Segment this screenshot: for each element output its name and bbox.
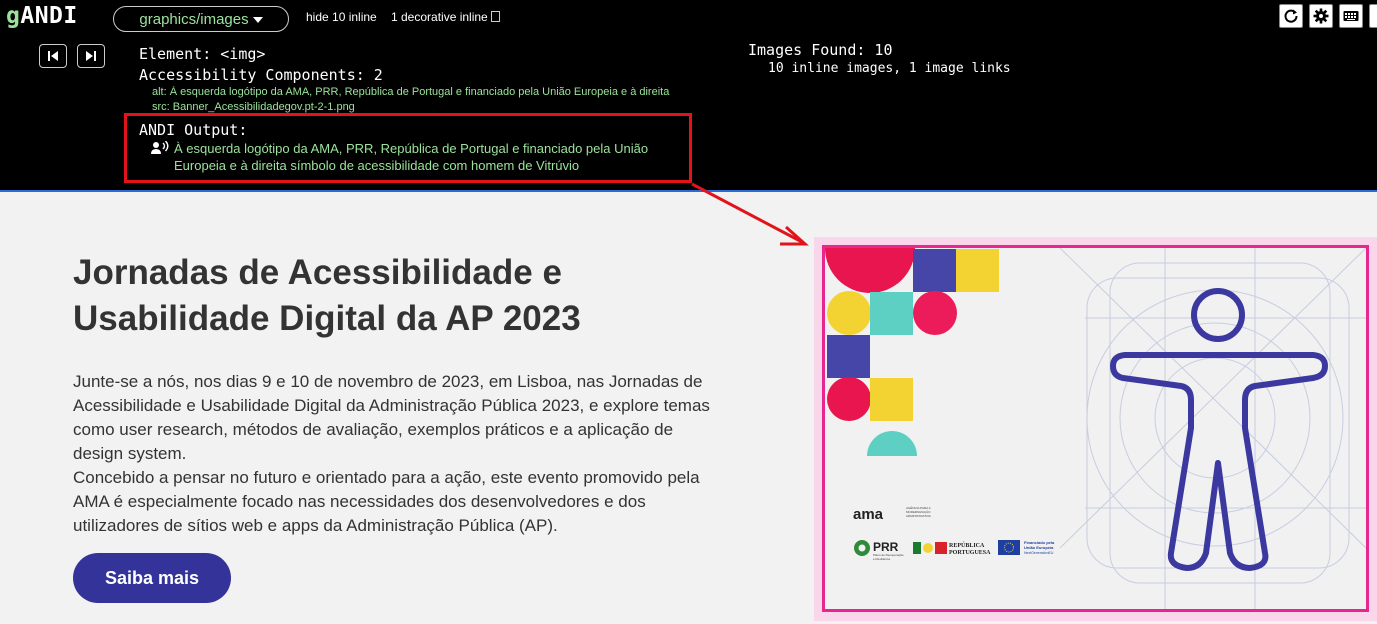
andi-logo[interactable]: gANDI: [6, 3, 78, 29]
svg-text:ADMINISTRATIVA: ADMINISTRATIVA: [906, 514, 931, 518]
svg-text:PRR: PRR: [873, 540, 899, 554]
output-text: À esquerda logótipo da AMA, PRR, Repúbli…: [174, 141, 649, 173]
element-type: Element: <img>: [139, 45, 266, 63]
page-description: Junte-se a nós, nos dias 9 e 10 de novem…: [73, 370, 723, 538]
refresh-icon: [1284, 9, 1298, 23]
module-select[interactable]: graphics/images: [113, 6, 289, 32]
keyboard-button[interactable]: [1339, 4, 1363, 28]
svg-text:NextGenerationEU: NextGenerationEU: [1024, 551, 1054, 555]
arrow-icon: [691, 182, 809, 246]
components-count: Accessibility Components: 2: [139, 66, 383, 84]
src-component: src: Banner_Acessibilidadegov.pt-2-1.png: [152, 101, 355, 113]
output-title: ANDI Output:: [139, 121, 248, 139]
svg-text:ama: ama: [853, 506, 884, 523]
banner-graphic: ama AGÊNCIA PARA A MODERNIZAÇÃO ADMINIST…: [825, 248, 1366, 609]
andi-output-box: ANDI Output: À esquerda logótipo da AMA,…: [124, 113, 692, 183]
saiba-mais-button[interactable]: Saiba mais: [73, 553, 231, 603]
svg-text:PORTUGUESA: PORTUGUESA: [949, 550, 991, 556]
andi-toolbar: gANDI graphics/images hide 10 inline 1 d…: [0, 0, 1377, 192]
svg-text:e Resiliência: e Resiliência: [873, 557, 890, 561]
svg-text:REPÚBLICA: REPÚBLICA: [949, 541, 985, 549]
page-title: Jornadas de Acessibilidade e Usabilidade…: [73, 253, 581, 338]
settings-button[interactable]: [1309, 4, 1333, 28]
images-found: Images Found: 10: [748, 41, 893, 59]
prev-element-button[interactable]: [39, 44, 67, 68]
document-icon: [490, 11, 500, 22]
gear-icon: [1313, 8, 1329, 24]
decorative-inline-link[interactable]: 1 decorative inline: [391, 10, 500, 24]
prev-element-icon: [48, 51, 58, 61]
images-found-detail: 10 inline images, 1 image links: [768, 61, 1011, 76]
next-element-icon: [86, 51, 96, 61]
refresh-button[interactable]: [1279, 4, 1303, 28]
svg-text:União Europeia: União Europeia: [1024, 545, 1054, 550]
description-paragraph-2: Concebido a pensar no futuro e orientado…: [73, 468, 700, 535]
hide-inline-link[interactable]: hide 10 inline: [306, 10, 377, 24]
caret-down-icon: [252, 17, 263, 24]
banner-image: ama AGÊNCIA PARA A MODERNIZAÇÃO ADMINIST…: [822, 245, 1369, 612]
screen-reader-icon: [151, 141, 169, 154]
description-paragraph-1: Junte-se a nós, nos dias 9 e 10 de novem…: [73, 372, 710, 463]
next-element-button[interactable]: [77, 44, 105, 68]
keyboard-icon: [1343, 11, 1359, 21]
close-button[interactable]: [1369, 4, 1377, 28]
alt-component: alt: À esquerda logótipo da AMA, PRR, Re…: [152, 86, 670, 98]
